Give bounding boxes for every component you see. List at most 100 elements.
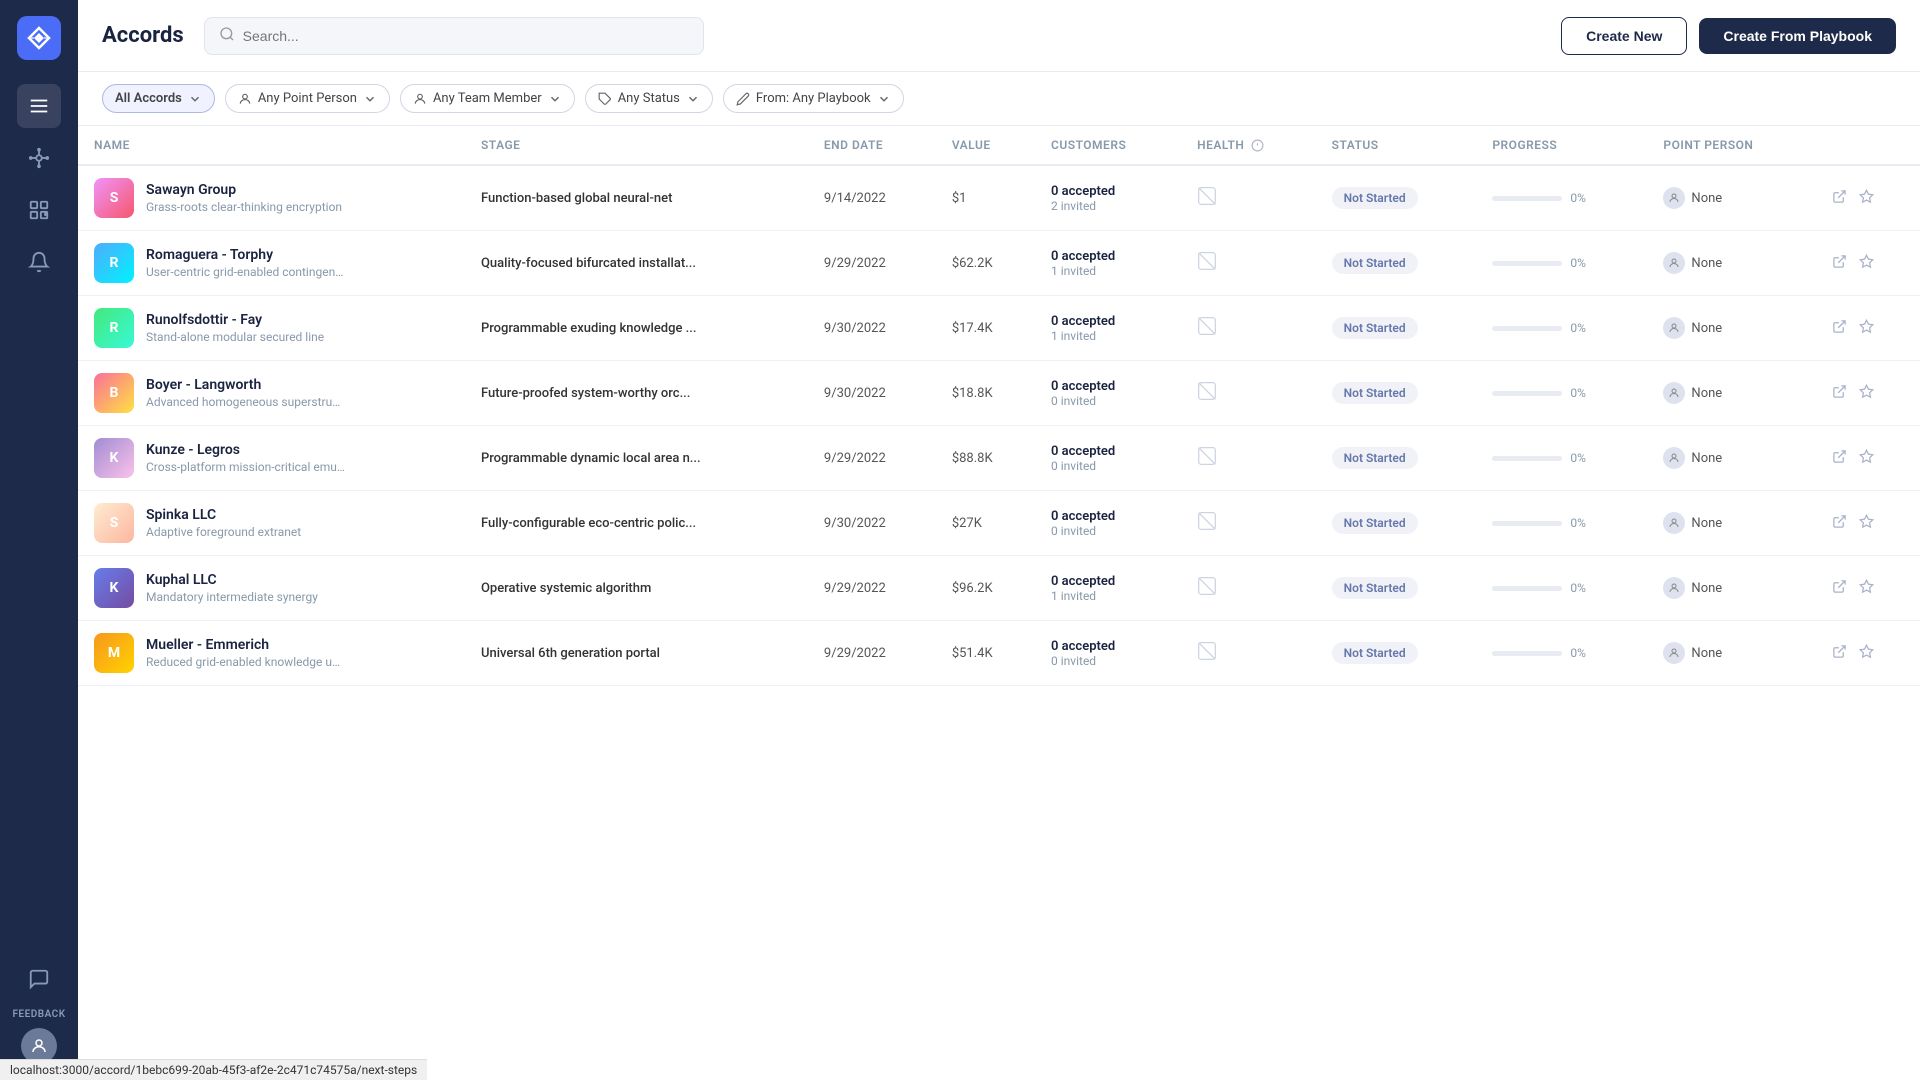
accord-avatar: B <box>94 373 134 413</box>
header-actions: Create New Create From Playbook <box>1561 17 1896 55</box>
col-name: Name <box>78 126 465 165</box>
app-logo[interactable] <box>17 16 61 60</box>
star-button[interactable] <box>1857 187 1876 209</box>
table-row[interactable]: B Boyer - Langworth Advanced homogeneous… <box>78 361 1920 426</box>
sidebar-item-bell[interactable] <box>17 240 61 284</box>
sidebar-item-menu[interactable] <box>17 84 61 128</box>
row-actions <box>1830 447 1904 469</box>
feedback-label[interactable]: FEEDBACK <box>12 1009 65 1020</box>
progress-bar-bg <box>1492 326 1562 331</box>
open-link-button[interactable] <box>1830 382 1849 404</box>
table-row[interactable]: K Kuphal LLC Mandatory intermediate syne… <box>78 556 1920 621</box>
accord-value: $27K <box>952 516 982 531</box>
person-avatar-sm <box>1663 447 1685 469</box>
sidebar-item-feedback-icon[interactable] <box>17 957 61 1001</box>
open-link-button[interactable] <box>1830 447 1849 469</box>
point-person-name: None <box>1691 321 1722 336</box>
top-header: Accords Create New Create From Playbook <box>78 0 1920 72</box>
accord-progress: 0% <box>1492 516 1631 530</box>
open-link-button[interactable] <box>1830 252 1849 274</box>
table-row[interactable]: S Spinka LLC Adaptive foreground extrane… <box>78 491 1920 556</box>
table-row[interactable]: S Sawayn Group Grass-roots clear-thinkin… <box>78 165 1920 231</box>
sidebar-bottom: FEEDBACK <box>12 957 65 1064</box>
row-actions <box>1830 382 1904 404</box>
sidebar-item-grid[interactable] <box>17 188 61 232</box>
col-actions <box>1814 126 1920 165</box>
search-bar[interactable] <box>204 17 704 55</box>
star-button[interactable] <box>1857 642 1876 664</box>
filter-status[interactable]: Any Status <box>585 84 713 113</box>
search-input[interactable] <box>243 28 689 44</box>
accord-value: $62.2K <box>952 256 993 271</box>
table-row[interactable]: R Romaguera - Torphy User-centric grid-e… <box>78 231 1920 296</box>
table-row[interactable]: M Mueller - Emmerich Reduced grid-enable… <box>78 621 1920 686</box>
sidebar-item-network[interactable] <box>17 136 61 180</box>
person-icon <box>238 92 252 106</box>
accord-status: Not Started <box>1332 317 1418 339</box>
health-icon <box>1197 649 1217 665</box>
filter-point-person[interactable]: Any Point Person <box>225 84 390 113</box>
star-button[interactable] <box>1857 577 1876 599</box>
accord-info: S Sawayn Group Grass-roots clear-thinkin… <box>94 178 449 218</box>
chevron-down-icon <box>363 92 377 106</box>
person-avatar-sm <box>1663 317 1685 339</box>
open-link-button[interactable] <box>1830 187 1849 209</box>
accord-point-person: None <box>1663 577 1797 599</box>
person-avatar-sm <box>1663 642 1685 664</box>
accord-subtitle: User-centric grid-enabled contingency <box>146 265 346 279</box>
person-avatar-sm <box>1663 252 1685 274</box>
progress-bar-bg <box>1492 651 1562 656</box>
star-button[interactable] <box>1857 317 1876 339</box>
all-accords-label: All Accords <box>115 91 182 106</box>
filter-all-accords[interactable]: All Accords <box>102 84 215 113</box>
progress-bar-bg <box>1492 521 1562 526</box>
filter-playbook[interactable]: From: Any Playbook <box>723 84 904 113</box>
customers-accepted: 0 accepted <box>1051 379 1165 394</box>
accord-end-date: 9/29/2022 <box>824 581 886 596</box>
accord-status: Not Started <box>1332 447 1418 469</box>
create-from-playbook-button[interactable]: Create From Playbook <box>1699 18 1896 54</box>
customers-accepted: 0 accepted <box>1051 444 1165 459</box>
open-link-button[interactable] <box>1830 512 1849 534</box>
accord-avatar: K <box>94 438 134 478</box>
open-link-button[interactable] <box>1830 317 1849 339</box>
star-button[interactable] <box>1857 447 1876 469</box>
star-button[interactable] <box>1857 512 1876 534</box>
table-row[interactable]: R Runolfsdottir - Fay Stand-alone modula… <box>78 296 1920 361</box>
customers-invited: 2 invited <box>1051 199 1165 213</box>
accord-name-cell: Kuphal LLC Mandatory intermediate synerg… <box>146 572 318 604</box>
accords-table-container: Name Stage End Date Value Customers Heal… <box>78 126 1920 1080</box>
table-body: S Sawayn Group Grass-roots clear-thinkin… <box>78 165 1920 686</box>
chevron-down-icon <box>686 92 700 106</box>
page-title: Accords <box>102 23 184 48</box>
table-row[interactable]: K Kunze - Legros Cross-platform mission-… <box>78 426 1920 491</box>
accord-name-cell: Runolfsdottir - Fay Stand-alone modular … <box>146 312 324 344</box>
create-new-button[interactable]: Create New <box>1561 17 1687 55</box>
accord-stage: Universal 6th generation portal <box>481 646 660 661</box>
customers-invited: 0 invited <box>1051 654 1165 668</box>
accord-name-cell: Kunze - Legros Cross-platform mission-cr… <box>146 442 346 474</box>
accord-name-cell: Spinka LLC Adaptive foreground extranet <box>146 507 301 539</box>
accord-end-date: 9/29/2022 <box>824 646 886 661</box>
accord-customers: 0 accepted 1 invited <box>1051 249 1165 278</box>
accord-stage: Programmable exuding knowledge ... <box>481 321 697 336</box>
accord-status: Not Started <box>1332 252 1418 274</box>
open-link-button[interactable] <box>1830 577 1849 599</box>
accord-status: Not Started <box>1332 642 1418 664</box>
customers-accepted: 0 accepted <box>1051 184 1165 199</box>
filter-team-member[interactable]: Any Team Member <box>400 84 575 113</box>
accord-name: Runolfsdottir - Fay <box>146 312 324 328</box>
star-button[interactable] <box>1857 382 1876 404</box>
health-icon <box>1197 389 1217 405</box>
accord-name-cell: Boyer - Langworth Advanced homogeneous s… <box>146 377 346 409</box>
accord-name: Kunze - Legros <box>146 442 346 458</box>
progress-bar-bg <box>1492 586 1562 591</box>
open-link-button[interactable] <box>1830 642 1849 664</box>
star-button[interactable] <box>1857 252 1876 274</box>
tag-icon <box>598 92 612 106</box>
accord-name: Romaguera - Torphy <box>146 247 346 263</box>
point-person-name: None <box>1691 191 1722 206</box>
accord-avatar: S <box>94 503 134 543</box>
accord-name: Spinka LLC <box>146 507 301 523</box>
customers-accepted: 0 accepted <box>1051 314 1165 329</box>
